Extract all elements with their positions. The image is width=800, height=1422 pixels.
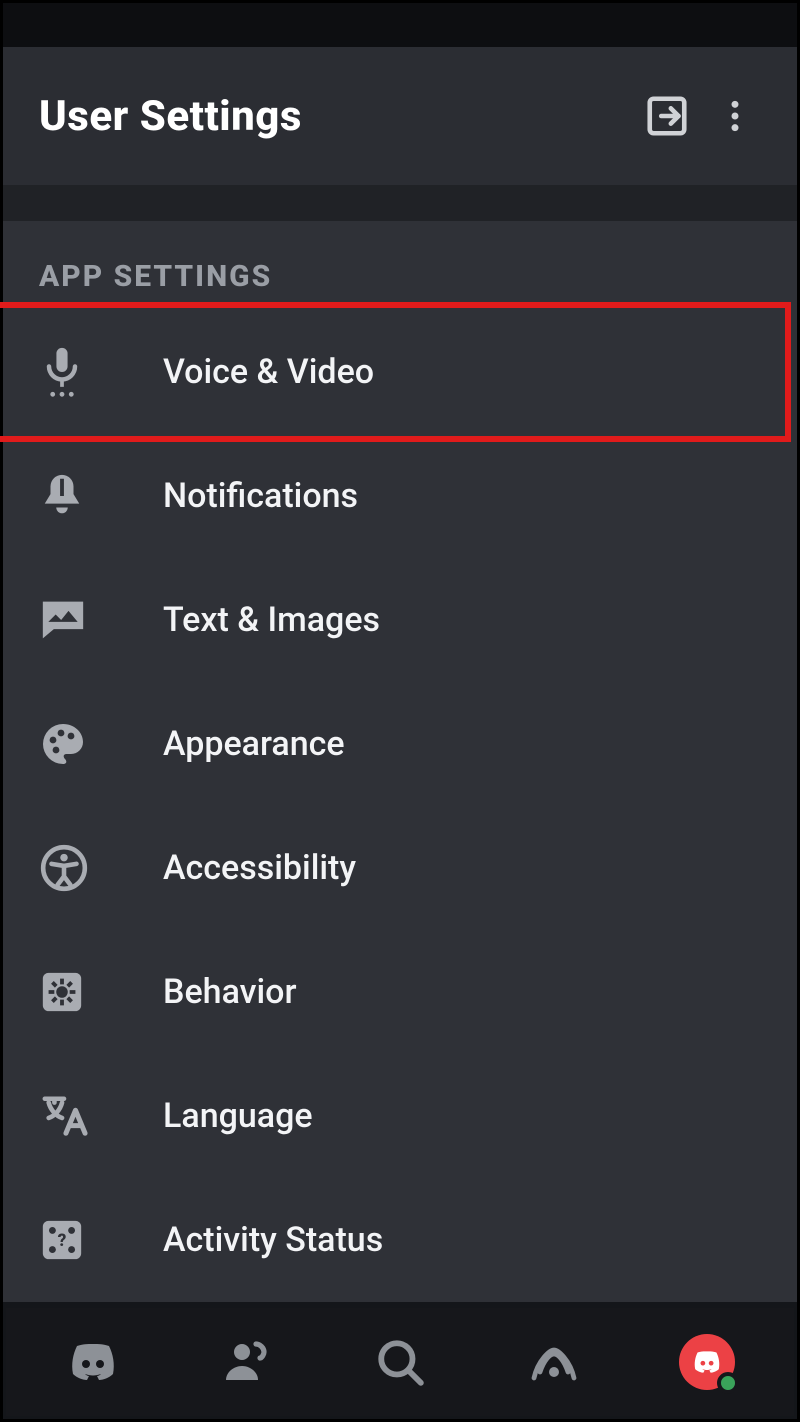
- settings-list: Voice & Video Notifications Text & Image…: [3, 310, 797, 1302]
- settings-item-label: Behavior: [163, 972, 297, 1012]
- bell-icon: [39, 471, 163, 521]
- bottom-nav: [6, 1308, 794, 1416]
- settings-item-accessibility[interactable]: Accessibility: [3, 806, 797, 930]
- page-title: User Settings: [39, 92, 633, 141]
- nav-profile-avatar[interactable]: [642, 1322, 772, 1402]
- settings-item-label: Text & Images: [163, 600, 380, 640]
- nav-friends-icon[interactable]: [181, 1322, 311, 1402]
- settings-item-behavior[interactable]: Behavior: [3, 930, 797, 1054]
- settings-item-label: Notifications: [163, 476, 358, 516]
- settings-item-language[interactable]: Language: [3, 1054, 797, 1178]
- status-online-dot: [717, 1372, 739, 1394]
- more-vertical-icon[interactable]: [701, 82, 769, 150]
- avatar: [679, 1334, 735, 1390]
- accessibility-icon: [39, 843, 163, 893]
- settings-item-voice-video[interactable]: Voice & Video: [3, 310, 797, 434]
- settings-item-label: Activity Status: [163, 1220, 383, 1260]
- nav-search-icon[interactable]: [335, 1322, 465, 1402]
- exit-icon[interactable]: [633, 82, 701, 150]
- palette-icon: [39, 720, 163, 768]
- gear-box-icon: [39, 969, 163, 1015]
- microphone-icon: [39, 346, 163, 398]
- settings-item-activity-status[interactable]: ? Activity Status: [3, 1178, 797, 1302]
- svg-text:?: ?: [58, 1231, 67, 1251]
- settings-item-appearance[interactable]: Appearance: [3, 682, 797, 806]
- settings-item-text-images[interactable]: Text & Images: [3, 558, 797, 682]
- translate-icon: [39, 1093, 163, 1139]
- settings-item-label: Voice & Video: [163, 352, 374, 392]
- image-message-icon: [39, 598, 163, 642]
- nav-discord-icon[interactable]: [28, 1322, 158, 1402]
- settings-item-label: Accessibility: [163, 848, 356, 888]
- status-bar: [3, 3, 797, 47]
- dice-icon: ?: [39, 1217, 163, 1263]
- nav-mentions-icon[interactable]: [489, 1322, 619, 1402]
- header-gap: [3, 185, 797, 221]
- section-header-app-settings: APP SETTINGS: [3, 221, 797, 310]
- settings-item-notifications[interactable]: Notifications: [3, 434, 797, 558]
- settings-item-label: Language: [163, 1096, 313, 1136]
- settings-item-label: Appearance: [163, 724, 345, 764]
- header: User Settings: [3, 47, 797, 185]
